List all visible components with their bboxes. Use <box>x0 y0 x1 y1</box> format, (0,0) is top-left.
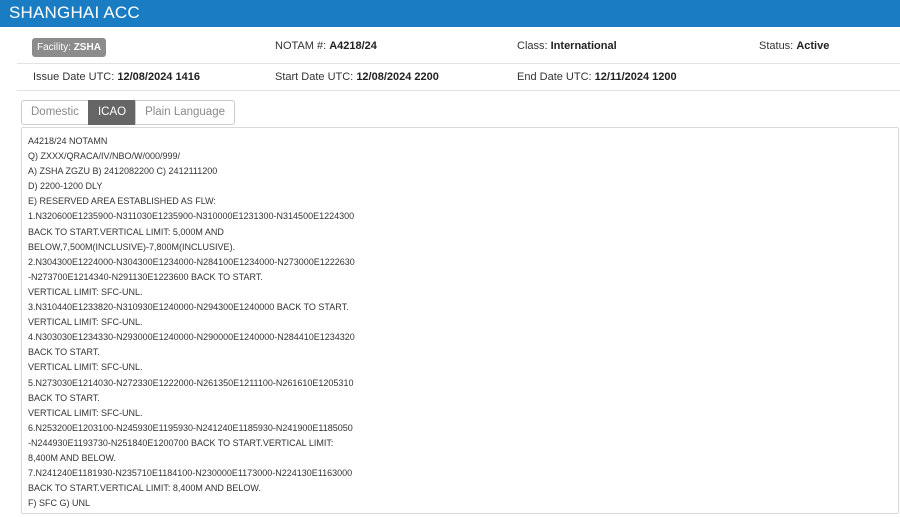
notam-line: BACK TO START. <box>28 347 100 358</box>
notam-line: 5.N273030E1214030-N272330E1222000-N26135… <box>28 377 354 388</box>
issue-date-field: Issue Date UTC: 12/08/2024 1416 <box>33 71 200 83</box>
notam-line: VERTICAL LIMIT: SFC-UNL. <box>28 407 143 418</box>
notam-line: 3.N310440E1233820-N310930E1240000-N29430… <box>28 302 349 313</box>
notam-line: A) ZSHA ZGZU B) 2412082200 C) 2412111200 <box>28 166 218 177</box>
notam-line: 2.N304300E1224000-N304300E1234000-N28410… <box>28 256 355 267</box>
issue-date-value: 12/08/2024 1416 <box>117 71 200 83</box>
info-divider-1 <box>17 63 900 64</box>
notam-line: BELOW,7,500M(INCLUSIVE)-7,800M(INCLUSIVE… <box>28 241 236 252</box>
notam-line: VERTICAL LIMIT: SFC-UNL. <box>28 317 143 328</box>
tab-domestic[interactable]: Domestic <box>21 100 89 125</box>
notam-line: BACK TO START. <box>28 392 100 403</box>
page-title: SHANGHAI ACC <box>9 3 140 22</box>
notam-line: 4.N303030E1234330-N293000E1240000-N29000… <box>28 332 355 343</box>
notam-number-value: A4218/24 <box>329 40 377 52</box>
notam-number-field: NOTAM #: A4218/24 <box>275 40 377 52</box>
notam-line: 1.N320600E1235900-N311030E1235900-N31000… <box>28 211 355 222</box>
notam-line: VERTICAL LIMIT: SFC-UNL. <box>28 362 143 373</box>
issue-date-label: Issue Date UTC: <box>33 71 115 83</box>
end-date-value: 12/11/2024 1200 <box>594 71 677 83</box>
start-date-value: 12/08/2024 2200 <box>356 71 439 83</box>
notam-line: -N244930E1193730-N251840E1200700 BACK TO… <box>28 437 334 448</box>
notam-line: Q) ZXXX/QRACA/IV/NBO/W/000/999/ <box>28 151 181 162</box>
notam-number-label: NOTAM #: <box>275 40 327 52</box>
notam-line: -N273700E1214340-N291130E1223600 BACK TO… <box>28 271 263 282</box>
notam-line: 7.N241240E1181930-N235710E1184100-N23000… <box>28 468 353 479</box>
notam-text-panel: A4218/24 NOTAMN Q) ZXXX/QRACA/IV/NBO/W/0… <box>21 127 899 514</box>
notam-line: 6.N253200E1203100-N245930E1195930-N24124… <box>28 422 353 433</box>
status-label: Status: <box>759 40 794 52</box>
tab-icao[interactable]: ICAO <box>87 100 137 125</box>
class-field: Class: International <box>517 40 617 52</box>
status-field: Status: Active <box>759 40 829 52</box>
header-bar: SHANGHAI ACC <box>0 0 900 27</box>
info-divider-2 <box>17 90 900 91</box>
end-date-label: End Date UTC: <box>517 71 592 83</box>
facility-label: Facility: <box>37 42 71 53</box>
notam-line: E) RESERVED AREA ESTABLISHED AS FLW: <box>28 196 216 207</box>
notam-line: A4218/24 NOTAMN <box>28 136 108 146</box>
notam-line: D) 2200-1200 DLY <box>28 181 103 192</box>
notam-line: 8,400M AND BELOW. <box>28 452 117 463</box>
notam-line: BACK TO START.VERTICAL LIMIT: 5,000M AND <box>28 226 224 237</box>
status-value: Active <box>796 40 830 52</box>
notam-line: F) SFC G) UNL <box>28 498 90 509</box>
tab-plain-language[interactable]: Plain Language <box>135 100 235 125</box>
facility-badge: Facility: ZSHA <box>32 38 106 57</box>
notam-line: VERTICAL LIMIT: SFC-UNL. <box>28 286 143 297</box>
class-label: Class: <box>517 40 548 52</box>
start-date-field: Start Date UTC: 12/08/2024 2200 <box>275 71 439 83</box>
end-date-field: End Date UTC: 12/11/2024 1200 <box>517 71 677 83</box>
facility-value: ZSHA <box>73 42 101 53</box>
notam-line: BACK TO START.VERTICAL LIMIT: 8,400M AND… <box>28 483 261 494</box>
start-date-label: Start Date UTC: <box>275 71 354 83</box>
class-value: International <box>550 40 617 52</box>
format-tabs: Domestic ICAO Plain Language <box>21 100 235 125</box>
